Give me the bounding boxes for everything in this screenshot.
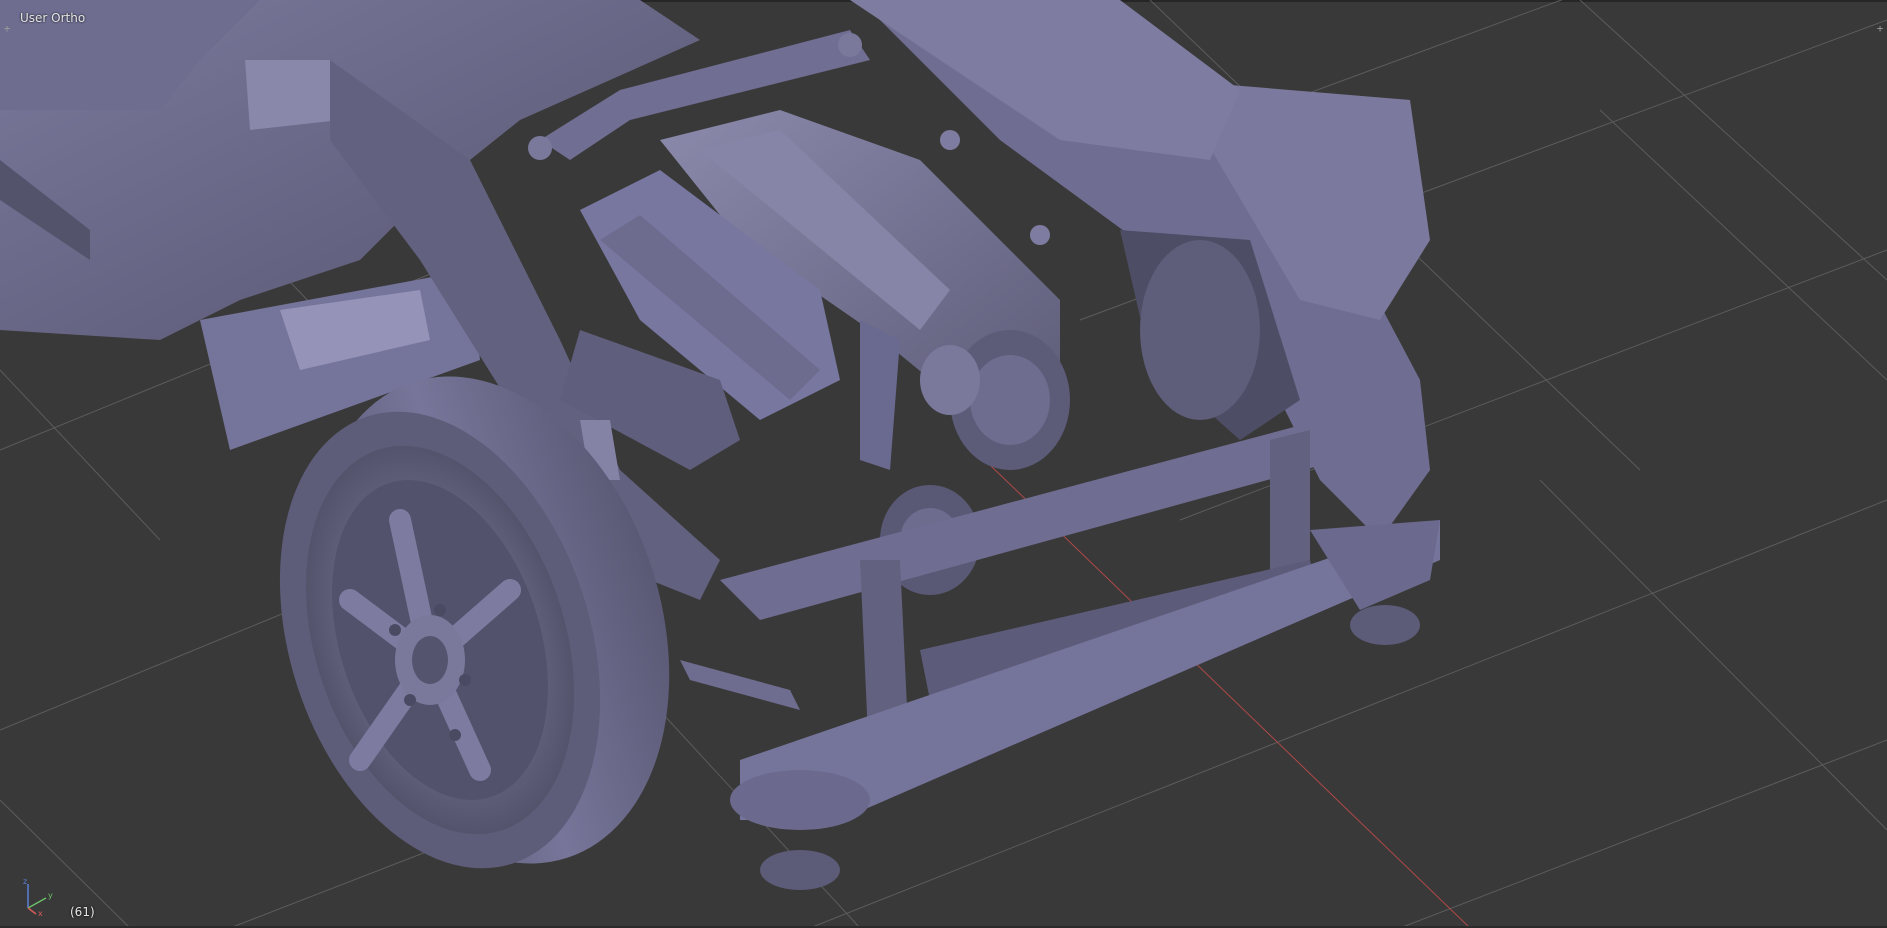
axis-x-label: x	[38, 909, 43, 916]
axis-y-label: y	[48, 891, 53, 900]
area-split-plus-icon-left[interactable]: +	[2, 23, 12, 34]
axis-gizmo-icon: z y x	[23, 877, 53, 916]
frame-number: (61)	[70, 905, 95, 919]
area-split-plus-icon-right[interactable]: +	[1875, 23, 1885, 34]
view-label: User Ortho	[20, 11, 86, 25]
axis-z-label: z	[23, 877, 27, 886]
3d-viewport[interactable]: User Ortho + + z y x (61)	[0, 0, 1887, 928]
viewport-scene[interactable]	[0, 0, 1887, 928]
suspension-arm	[680, 660, 800, 710]
